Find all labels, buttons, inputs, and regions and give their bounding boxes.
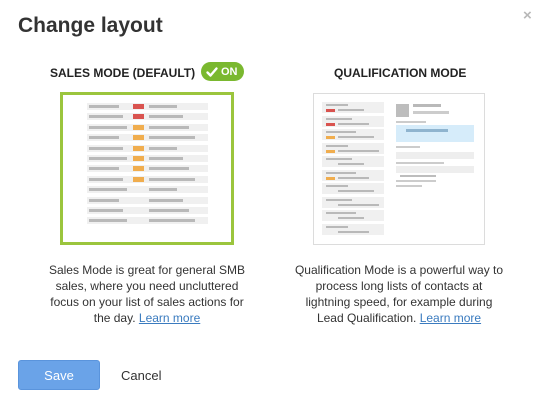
- preview-field: [396, 152, 474, 159]
- sales-learn-more-link[interactable]: Learn more: [139, 311, 200, 325]
- check-icon: [205, 65, 219, 79]
- preview-list-item: [322, 102, 384, 113]
- preview-field: [396, 166, 474, 173]
- qualification-mode-description: Qualification Mode is a powerful way to …: [293, 262, 505, 326]
- sales-mode-heading: SALES MODE (DEFAULT): [50, 66, 196, 80]
- preview-row: [87, 113, 208, 121]
- dialog-title: Change layout: [18, 14, 163, 37]
- preview-field: [396, 162, 444, 164]
- sales-mode-preview[interactable]: [60, 92, 234, 245]
- preview-header-line: [413, 104, 441, 107]
- qualification-mode-preview[interactable]: [313, 93, 485, 245]
- preview-row: [87, 175, 208, 183]
- preview-field: [396, 146, 420, 148]
- preview-highlight-panel: [396, 125, 474, 142]
- qualification-mode-heading: QUALIFICATION MODE: [334, 66, 467, 80]
- preview-row: [87, 207, 208, 214]
- preview-field: [400, 175, 436, 177]
- preview-list-item: [322, 156, 384, 167]
- preview-field: [396, 180, 436, 182]
- sales-mode-on-badge[interactable]: ON: [201, 62, 244, 81]
- preview-row: [87, 165, 208, 173]
- change-layout-dialog: Change layout × SALES MODE (DEFAULT) ON …: [0, 0, 547, 412]
- cancel-button[interactable]: Cancel: [121, 368, 161, 383]
- preview-row: [87, 186, 208, 194]
- preview-list-item: [322, 115, 384, 127]
- save-button[interactable]: Save: [18, 360, 100, 390]
- preview-row: [87, 155, 208, 162]
- sales-mode-description: Sales Mode is great for general SMB sale…: [42, 262, 252, 326]
- qualification-learn-more-link[interactable]: Learn more: [420, 311, 481, 325]
- preview-row: [87, 217, 208, 225]
- preview-list-item: [322, 142, 384, 154]
- preview-list-item: [322, 223, 384, 235]
- preview-avatar: [396, 104, 409, 117]
- preview-row: [87, 134, 208, 142]
- preview-header-line: [413, 111, 449, 114]
- preview-list-item: [322, 196, 384, 208]
- preview-highlight-line: [406, 129, 448, 132]
- preview-row: [87, 103, 208, 110]
- close-icon[interactable]: ×: [523, 8, 532, 24]
- preview-row: [87, 196, 208, 204]
- preview-row: [87, 144, 208, 152]
- preview-list-item: [322, 169, 384, 181]
- preview-list-item: [322, 129, 384, 140]
- preview-row: [87, 123, 208, 131]
- preview-field: [396, 185, 422, 187]
- preview-subline: [396, 121, 426, 123]
- badge-label: ON: [221, 65, 238, 78]
- preview-list-item: [322, 183, 384, 194]
- preview-list-item: [322, 210, 384, 221]
